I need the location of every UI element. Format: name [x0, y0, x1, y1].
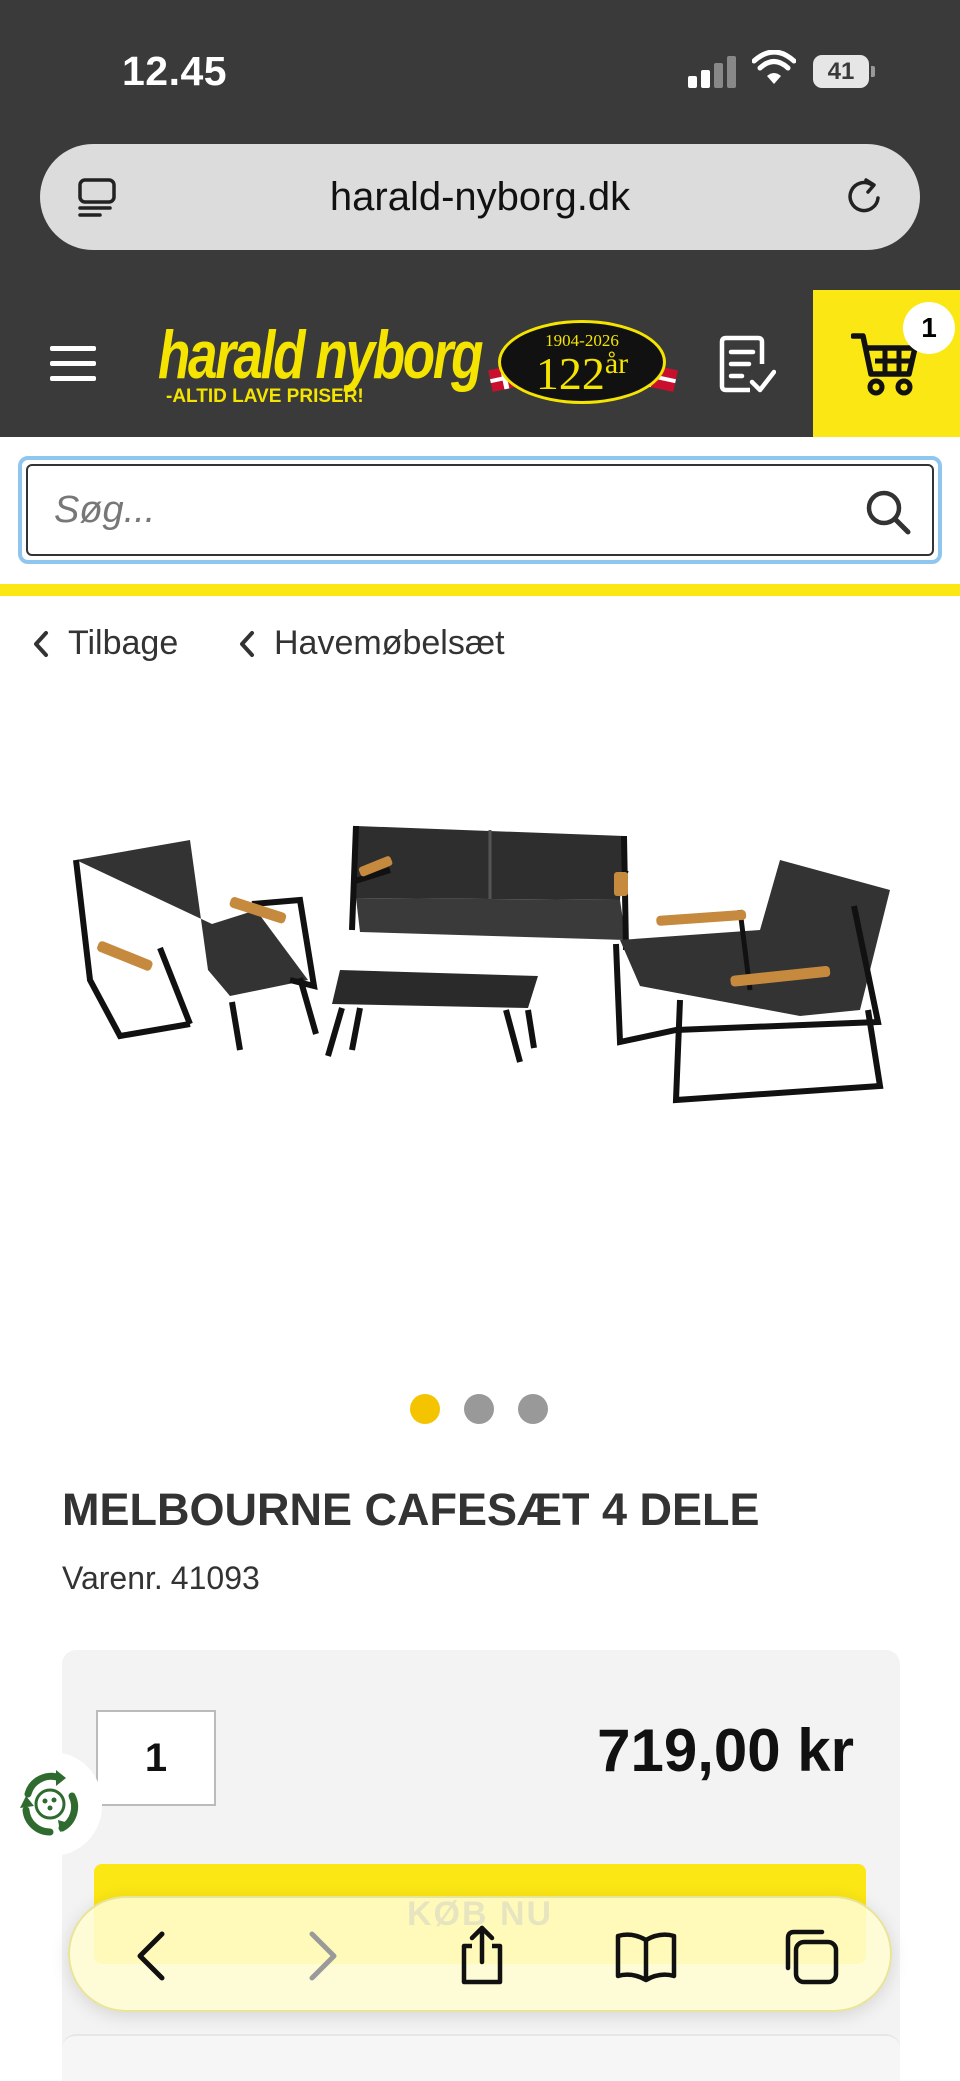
cart-count-badge: 1: [903, 302, 955, 354]
battery-nub: [871, 66, 875, 77]
logo-name: harald nyborg: [158, 317, 484, 393]
tabs-icon: [785, 1929, 839, 1985]
chevron-left-icon: [34, 630, 48, 657]
badge-count: 122år: [501, 347, 663, 400]
search-input[interactable]: [26, 464, 934, 556]
search-icon[interactable]: [864, 488, 912, 536]
bookmarks-icon: [615, 1932, 677, 1983]
url-bar[interactable]: harald-nyborg.dk: [40, 144, 920, 250]
back-button[interactable]: [122, 1924, 186, 1988]
forward-button[interactable]: [288, 1924, 352, 1988]
sku-number: 41093: [170, 1560, 260, 1596]
browser-chrome: 12.45 41 harald-nyborg.dk: [0, 0, 960, 290]
browser-toolbar: [68, 1896, 892, 2012]
quantity-field[interactable]: 1: [96, 1710, 216, 1806]
header-divider: [0, 584, 960, 596]
gallery-pagination: [410, 1394, 572, 1424]
back-link[interactable]: Tilbage: [30, 624, 178, 663]
product-title: MELBOURNE CAFESÆT 4 DELE: [62, 1484, 760, 1535]
anniversary-badge: 1904-2026 122år: [498, 320, 666, 404]
category-link[interactable]: Havemøbelsæt: [236, 624, 505, 663]
gallery-dot[interactable]: [518, 1394, 548, 1424]
share-button[interactable]: [450, 1924, 514, 1988]
url-text[interactable]: harald-nyborg.dk: [40, 144, 920, 250]
recycle-widget[interactable]: [0, 1752, 102, 1856]
bookmarks-button[interactable]: [614, 1924, 678, 1988]
two-seat-sofa: [349, 825, 629, 951]
reload-icon[interactable]: [842, 174, 888, 220]
logo-tagline: -ALTID LAVE PRISER!: [166, 386, 364, 407]
search-box: [18, 456, 942, 564]
purchase-box: 1 719,00 kr KØB NU: [62, 1650, 900, 2081]
battery-indicator: 41: [813, 55, 875, 88]
sku-label: Varenr.: [62, 1560, 163, 1596]
status-time: 12.45: [122, 48, 228, 94]
site-logo[interactable]: harald nyborg -ALTID LAVE PRISER! 1904-2…: [158, 316, 688, 416]
cellular-signal-icon: [688, 56, 738, 88]
product-price: 719,00 kr: [597, 1717, 854, 1784]
gallery-dot[interactable]: [410, 1394, 440, 1424]
tabs-button[interactable]: [778, 1924, 842, 1988]
wifi-icon: [752, 50, 796, 84]
hamburger-menu-icon[interactable]: [50, 346, 96, 382]
badge-count-number: 122: [535, 348, 605, 399]
product-sku: Varenr. 41093: [62, 1560, 260, 1597]
forward-icon: [309, 1931, 337, 1981]
site-header: harald nyborg -ALTID LAVE PRISER! 1904-2…: [0, 290, 960, 437]
badge-unit: år: [604, 347, 629, 380]
recycle-icon: [20, 1770, 79, 1836]
gallery-dot[interactable]: [464, 1394, 494, 1424]
cart-button[interactable]: 1: [813, 290, 960, 437]
back-link-label: Tilbage: [68, 624, 179, 662]
info-card: [62, 2034, 900, 2081]
back-icon: [137, 1931, 165, 1981]
battery-level: 41: [813, 55, 869, 88]
share-icon: [461, 1925, 503, 1985]
coffee-table: [325, 970, 538, 1063]
product-image[interactable]: [60, 800, 900, 1200]
right-chair: [613, 860, 890, 1104]
category-link-label: Havemøbelsæt: [274, 624, 505, 662]
chevron-left-icon: [240, 630, 254, 657]
left-chair: [73, 840, 319, 1051]
shopping-list-icon[interactable]: [716, 334, 776, 396]
